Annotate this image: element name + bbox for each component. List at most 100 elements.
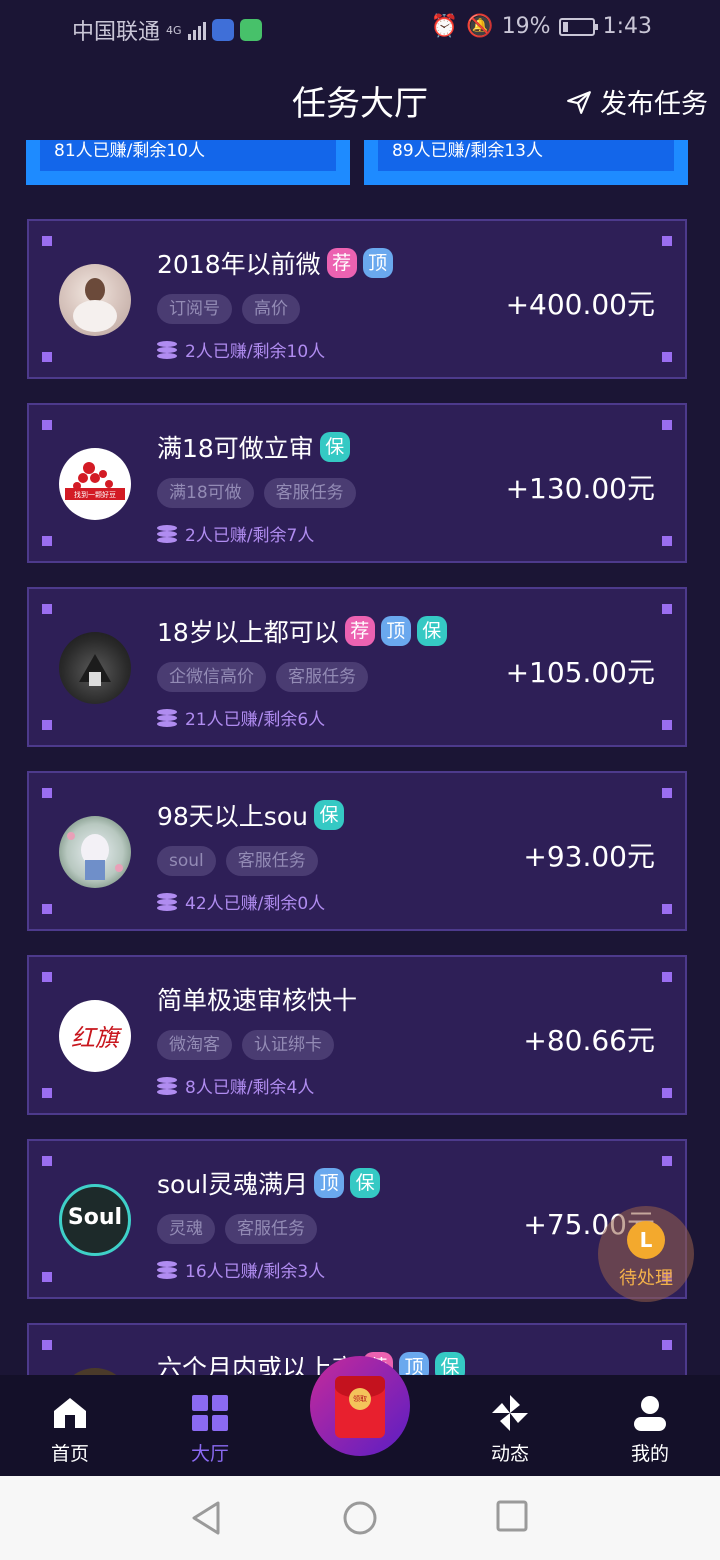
- guarantee-badge: 保: [319, 432, 350, 462]
- task-avatar: [59, 1368, 131, 1375]
- task-title: 简单极速审核快十: [157, 986, 358, 1015]
- task-avatar: [59, 816, 131, 888]
- back-icon[interactable]: [190, 1500, 222, 1536]
- task-tag: 灵魂: [157, 1214, 215, 1244]
- task-title: soul灵魂满月: [157, 1170, 309, 1199]
- featured-card-left-earned: 81人已赚/剩余10人: [40, 140, 336, 171]
- task-tag: soul: [157, 846, 216, 876]
- app-header: 任务大厅 发布任务: [0, 56, 720, 140]
- clock: 1:43: [602, 14, 652, 39]
- task-tag: 客服任务: [263, 478, 356, 508]
- envelope-seal: 领取: [349, 1388, 371, 1410]
- task-tags: 灵魂 客服任务: [157, 1214, 317, 1244]
- task-reward: +80.66元: [523, 1024, 655, 1057]
- tab-mine[interactable]: 我的: [600, 1393, 700, 1466]
- task-avatar: 红旗: [59, 1000, 131, 1072]
- task-card[interactable]: 2018年以前微 荐 顶 订阅号 高价 2人已赚/剩余10人 +400.00元: [27, 219, 687, 379]
- task-tag: 客服任务: [225, 1214, 317, 1244]
- task-earned: 2人已赚/剩余7人: [157, 521, 314, 546]
- task-avatar: Soul: [59, 1184, 131, 1256]
- task-tag: 订阅号: [157, 294, 232, 324]
- network-label: 4G: [166, 23, 182, 37]
- home-circle-icon[interactable]: [342, 1500, 378, 1536]
- send-icon: [567, 90, 591, 114]
- user-icon: [634, 1396, 666, 1431]
- home-icon: [54, 1398, 86, 1428]
- tab-home[interactable]: 首页: [20, 1393, 120, 1466]
- tab-dynamic[interactable]: 动态: [460, 1393, 560, 1466]
- task-reward: +105.00元: [505, 656, 655, 689]
- building-image: [79, 654, 111, 686]
- tab-mine-label: 我的: [630, 1443, 669, 1465]
- corner-decoration: [662, 720, 672, 730]
- guarantee-badge: 保: [416, 616, 447, 646]
- corner-decoration: [662, 1088, 672, 1098]
- task-title: 2018年以前微: [157, 250, 321, 279]
- corner-decoration: [42, 972, 52, 982]
- pending-float-button[interactable]: L 待处理: [598, 1206, 694, 1302]
- task-tag: 微淘客: [157, 1030, 232, 1060]
- pending-label: 待处理: [619, 1268, 673, 1289]
- recommend-badge: 荐: [344, 616, 375, 646]
- coins-icon: [157, 1076, 177, 1095]
- task-tag: 满18可做: [157, 478, 254, 508]
- task-earned: 8人已赚/剩余4人: [157, 1073, 314, 1098]
- task-avatar: [59, 632, 131, 704]
- tab-hall-label: 大厅: [190, 1443, 229, 1465]
- corner-decoration: [662, 604, 672, 614]
- task-avatar: 找到一颗好豆: [59, 448, 131, 520]
- carrier-name: 中国联通: [72, 20, 161, 45]
- task-card[interactable]: 红旗 简单极速审核快十 微淘客 认证绑卡 8人已赚/剩余4人 +80.66元: [27, 955, 687, 1115]
- beans-logo-image: 找到一颗好豆: [65, 462, 125, 500]
- pinwheel-icon: [492, 1395, 528, 1431]
- top-badge: 顶: [380, 616, 411, 646]
- corner-decoration: [662, 1156, 672, 1166]
- task-tags: 企微信高价 客服任务: [157, 662, 368, 692]
- corner-decoration: [662, 236, 672, 246]
- task-card[interactable]: 18岁以上都可以 荐 顶 保 企微信高价 客服任务 21人已赚/剩余6人 +10…: [27, 587, 687, 747]
- corner-decoration: [42, 236, 52, 246]
- top-badge: 顶: [399, 1352, 430, 1375]
- publish-task-button[interactable]: 发布任务: [566, 82, 708, 121]
- task-card[interactable]: 找到一颗好豆 满18可做立审 保 满18可做 客服任务 2人已赚/剩余7人 +1…: [27, 403, 687, 563]
- featured-card-right-earned: 89人已赚/剩余13人: [378, 140, 674, 171]
- task-list[interactable]: 2018年以前微 荐 顶 订阅号 高价 2人已赚/剩余10人 +400.00元 …: [0, 185, 720, 1375]
- task-tag: 客服任务: [225, 846, 318, 876]
- task-reward: +93.00元: [523, 840, 655, 873]
- featured-card-right[interactable]: 89人已赚/剩余13人: [364, 140, 688, 185]
- red-envelope-button[interactable]: 领取: [310, 1356, 410, 1456]
- task-title-row: 满18可做立审 保: [157, 429, 350, 465]
- corner-decoration: [42, 720, 52, 730]
- task-earned-text: 16人已赚/剩余3人: [185, 1262, 326, 1282]
- task-tags: soul 客服任务: [157, 846, 318, 876]
- coins-icon: [157, 340, 177, 359]
- task-title: 18岁以上都可以: [157, 618, 339, 647]
- anime-girl-image: [67, 832, 123, 880]
- guarantee-badge: 保: [313, 800, 344, 830]
- corner-decoration: [662, 536, 672, 546]
- recents-icon[interactable]: [496, 1500, 528, 1532]
- signal-icon: [187, 20, 206, 40]
- task-card[interactable]: Soul soul灵魂满月 顶 保 灵魂 客服任务 16人已赚/剩余3人 +75…: [27, 1139, 687, 1299]
- featured-card-left[interactable]: 81人已赚/剩余10人: [26, 140, 350, 185]
- status-bar: 中国联通 4G ⏰ 🔕 19% 1:43: [0, 0, 720, 56]
- task-card[interactable]: 98天以上sou 保 soul 客服任务 42人已赚/剩余0人 +93.00元: [27, 771, 687, 931]
- task-earned: 16人已赚/剩余3人: [157, 1257, 325, 1282]
- task-reward: +400.00元: [505, 288, 655, 321]
- task-title-row: soul灵魂满月 顶 保: [157, 1165, 381, 1201]
- corner-decoration: [42, 352, 52, 362]
- task-title-row: 六个月内或以上高 荐 顶 保: [157, 1349, 466, 1375]
- task-tag: 客服任务: [276, 662, 368, 692]
- coins-icon: [157, 1260, 177, 1279]
- guarantee-badge: 保: [350, 1168, 381, 1198]
- corner-decoration: [42, 1156, 52, 1166]
- task-tags: 微淘客 认证绑卡: [157, 1030, 334, 1060]
- hongqi-logo-text: 红旗: [71, 1024, 119, 1052]
- task-tag: 认证绑卡: [242, 1030, 334, 1060]
- portrait-image: [73, 278, 117, 332]
- red-envelope-icon: 领取: [335, 1376, 385, 1438]
- coins-icon: [157, 892, 177, 911]
- corner-decoration: [662, 420, 672, 430]
- tab-hall[interactable]: 大厅: [160, 1393, 260, 1466]
- coins-icon: [157, 708, 177, 727]
